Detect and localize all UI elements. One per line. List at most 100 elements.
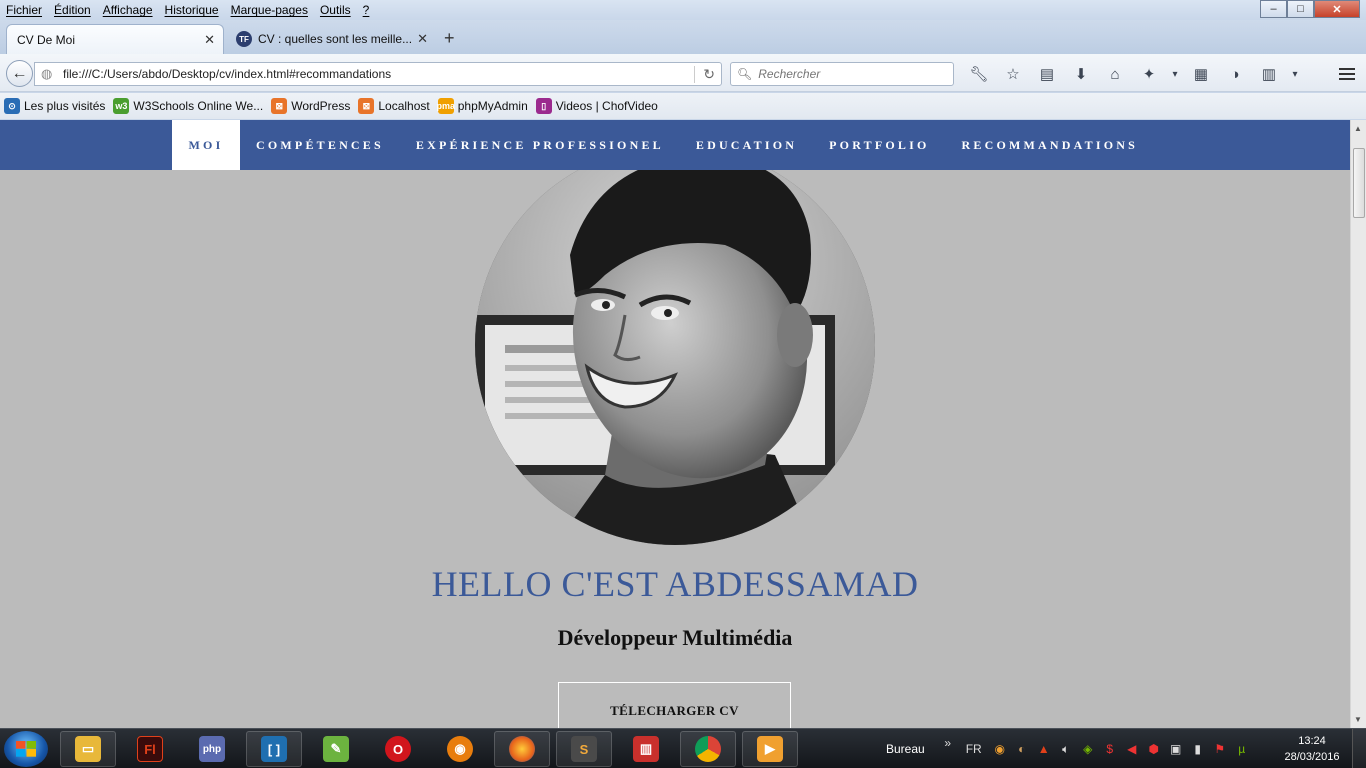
back-button[interactable]: ←	[6, 60, 33, 87]
site-nav-portfolio[interactable]: PORTFOLIO	[813, 120, 945, 170]
volume-icon[interactable]: 🔈︎	[1055, 742, 1077, 757]
tray-app-icon[interactable]: ◐	[1011, 742, 1033, 756]
system-clock[interactable]: 13:24 28/03/2016	[1282, 733, 1342, 765]
taskbar-video-player[interactable]: ▶	[742, 731, 798, 767]
hello-heading: HELLO C'EST ABDESSAMAD	[431, 564, 919, 604]
search-icon: 🔍︎	[737, 67, 753, 81]
taskbar-notepadpp[interactable]: ✎	[308, 731, 364, 767]
xampp-icon: ⊠	[358, 98, 375, 114]
menu-marque-pages[interactable]: Marque-pages	[225, 3, 314, 17]
home-icon[interactable]: ⌂	[1098, 62, 1132, 86]
wrench-icon[interactable]: 🔧︎	[962, 62, 996, 86]
blender-icon: ◉	[447, 736, 473, 762]
minimize-button[interactable]: –	[1260, 0, 1287, 18]
taskbar-sublime[interactable]: S	[556, 731, 612, 767]
menu-fichier[interactable]: Fichier	[0, 3, 48, 17]
scroll-up-icon[interactable]: ▲	[1354, 124, 1362, 133]
dropdown-icon[interactable]: ▾	[1286, 62, 1304, 86]
url-bar[interactable]: ◍ ↻	[34, 62, 722, 86]
download-icon[interactable]: ⬇	[1064, 62, 1098, 86]
menu-help[interactable]: ?	[357, 3, 376, 17]
close-window-button[interactable]: ✕	[1314, 0, 1360, 18]
taskbar-popcorn[interactable]: ▥	[618, 731, 674, 767]
sublime-icon: S	[571, 736, 597, 762]
most-visited-icon: ⊙	[4, 98, 20, 114]
menu-affichage[interactable]: Affichage	[97, 3, 159, 17]
maximize-button[interactable]: □	[1287, 0, 1314, 18]
language-indicator[interactable]: FR	[959, 742, 989, 756]
search-bar[interactable]: 🔍︎	[730, 62, 954, 86]
url-input[interactable]	[63, 67, 673, 81]
taskbar-opera[interactable]: O	[370, 731, 426, 767]
extension-icon[interactable]: ◑	[1218, 62, 1252, 86]
toolbar-icons: 🔧︎ ☆ ▤ ⬇ ⌂ ✦ ▾ ▦ ◑ ▥ ▾	[962, 62, 1304, 86]
bookmark-les-plus-visites[interactable]: ⊙ Les plus visités	[4, 98, 105, 114]
bookmark-wordpress[interactable]: ⊠ WordPress	[271, 98, 350, 114]
plugin-icon[interactable]: ✦	[1132, 62, 1166, 86]
brackets-icon: [ ]	[261, 736, 287, 762]
tab-cv-de-moi[interactable]: CV De Moi ✕	[6, 24, 224, 54]
desktop-toolbar-label[interactable]: Bureau	[886, 742, 925, 756]
tray-app-icon[interactable]: ◉	[989, 742, 1011, 756]
vertical-scrollbar[interactable]: ▲ ▼	[1350, 120, 1366, 728]
bookmark-label: WordPress	[291, 99, 351, 113]
antivirus-icon[interactable]: ⬢	[1143, 742, 1165, 756]
menu-edition[interactable]: Édition	[48, 3, 97, 17]
action-center-icon[interactable]: ⚑	[1209, 742, 1231, 756]
tray-app-icon[interactable]: ◀	[1121, 742, 1143, 756]
taskbar-explorer[interactable]: ▭	[60, 731, 116, 767]
network-icon[interactable]: ▮	[1187, 742, 1209, 756]
dropdown-icon[interactable]: ▾	[1166, 62, 1184, 86]
tray-app-icon[interactable]: $	[1099, 742, 1121, 756]
show-desktop-button[interactable]	[1352, 729, 1366, 768]
firefox-icon	[509, 736, 535, 762]
site-nav-moi[interactable]: MOI	[172, 120, 240, 170]
taskbar-brackets[interactable]: [ ]	[246, 731, 302, 767]
start-button[interactable]	[4, 731, 48, 767]
close-tab-icon[interactable]: ✕	[417, 31, 428, 47]
bookmark-localhost[interactable]: ⊠ Localhost	[358, 98, 430, 114]
site-nav-experience[interactable]: EXPÉRIENCE PROFESSIONEL	[400, 120, 680, 170]
scroll-down-icon[interactable]: ▼	[1354, 715, 1362, 724]
explorer-icon: ▭	[75, 736, 101, 762]
site-nav-education[interactable]: EDUCATION	[680, 120, 813, 170]
windows-taskbar: ▭ Fl php [ ] ✎ O ◉ S ▥ ▶ Bureau » FR ◉ ◐…	[0, 728, 1366, 768]
site-nav-competences[interactable]: COMPÉTENCES	[240, 120, 400, 170]
safely-remove-icon[interactable]: ▣	[1165, 742, 1187, 756]
new-tab-button[interactable]: +	[444, 28, 455, 49]
profile-photo	[475, 145, 875, 545]
taskbar-firefox[interactable]	[494, 731, 550, 767]
download-cv-button[interactable]: TÉLECHARGER CV	[558, 682, 791, 728]
close-tab-icon[interactable]: ✕	[204, 32, 215, 48]
bookmark-label: Localhost	[378, 99, 430, 113]
scrollbar-thumb[interactable]	[1353, 148, 1365, 218]
nvidia-icon[interactable]: ◈	[1077, 742, 1099, 756]
taskbar-chrome[interactable]	[680, 731, 736, 767]
tray-expand-icon[interactable]: »	[937, 736, 959, 750]
php-icon: php	[199, 736, 225, 762]
star-icon[interactable]: ☆	[996, 62, 1030, 86]
search-input[interactable]	[758, 67, 949, 81]
reading-list-icon[interactable]: ▤	[1030, 62, 1064, 86]
tab-title: CV : quelles sont les meille...	[258, 32, 413, 46]
taskbar-php[interactable]: php	[184, 731, 240, 767]
taskbar-flash[interactable]: Fl	[122, 731, 178, 767]
navigation-toolbar: ← ◍ ↻ 🔍︎ 🔧︎ ☆ ▤ ⬇ ⌂ ✦ ▾ ▦ ◑ ▥ ▾	[0, 54, 1366, 92]
bookmark-chofvideo[interactable]: ▯ Videos | ChofVideo	[535, 98, 658, 114]
utorrent-icon[interactable]: µ	[1231, 742, 1253, 756]
tab-cv-quelles[interactable]: TF CV : quelles sont les meille... ✕	[226, 24, 436, 54]
taskbar-blender[interactable]: ◉	[432, 731, 488, 767]
portrait-image	[475, 145, 875, 545]
menu-icon[interactable]	[1334, 62, 1360, 86]
bookmark-phpmyadmin[interactable]: pma phpMyAdmin	[436, 98, 528, 114]
chrome-icon	[695, 736, 721, 762]
site-nav-recommandations[interactable]: RECOMMANDATIONS	[946, 120, 1154, 170]
reload-icon[interactable]: ↻	[694, 65, 715, 83]
clipboard-icon[interactable]: ▥	[1252, 62, 1286, 86]
adobe-icon[interactable]: ▲	[1033, 742, 1055, 756]
window-controls: – □ ✕	[1260, 0, 1360, 18]
grid-icon[interactable]: ▦	[1184, 62, 1218, 86]
bookmark-w3schools[interactable]: w3 W3Schools Online We...	[113, 98, 263, 114]
menu-outils[interactable]: Outils	[314, 3, 357, 17]
menu-historique[interactable]: Historique	[159, 3, 225, 17]
